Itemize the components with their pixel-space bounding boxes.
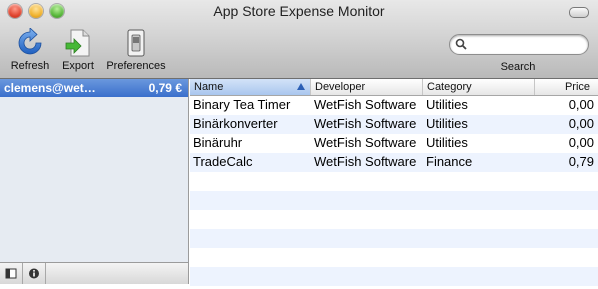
toolbar: App Store Expense Monitor Refresh Export — [0, 0, 598, 79]
refresh-button[interactable]: Refresh — [7, 28, 53, 72]
cell-developer: WetFish Software — [314, 154, 417, 169]
cell-developer: WetFish Software — [314, 97, 417, 112]
info-button[interactable] — [23, 263, 46, 284]
empty-row — [190, 267, 598, 286]
search-input[interactable] — [470, 36, 584, 54]
cell-price: 0,00 — [568, 116, 594, 131]
toolbar-toggle-button[interactable] — [569, 7, 589, 18]
empty-row — [190, 210, 598, 229]
cell-developer: WetFish Software — [314, 135, 417, 150]
cell-price: 0,00 — [568, 135, 594, 150]
empty-row — [190, 191, 598, 210]
cell-name: Binary Tea Timer — [193, 97, 291, 112]
window-title: App Store Expense Monitor — [213, 3, 385, 19]
toggle-sidebar-button[interactable] — [0, 263, 23, 284]
export-label: Export — [62, 60, 94, 72]
sidebar-footer — [0, 262, 188, 284]
cell-name: TradeCalc — [193, 154, 253, 169]
search-icon — [455, 38, 467, 50]
preferences-label: Preferences — [106, 60, 166, 72]
table-row[interactable]: Binary Tea Timer WetFish Software Utilit… — [190, 96, 598, 115]
cell-category: Utilities — [426, 135, 468, 150]
refresh-label: Refresh — [10, 60, 50, 72]
table-row[interactable]: Binärkonverter WetFish Software Utilitie… — [190, 115, 598, 134]
column-header-developer[interactable]: Developer — [311, 79, 423, 95]
preferences-button[interactable]: Preferences — [103, 28, 169, 72]
column-header-name-label: Name — [194, 81, 224, 93]
sidebar-toggle-icon — [5, 268, 17, 279]
switch-icon — [127, 29, 145, 57]
refresh-icon — [18, 28, 42, 55]
cell-price: 0,00 — [568, 97, 594, 112]
column-header-name[interactable]: Name — [190, 79, 311, 95]
search-label: Search — [500, 61, 536, 73]
purchases-table: Name Developer Category Price Binary Tea… — [190, 79, 598, 286]
export-icon — [65, 29, 90, 57]
cell-price: 0,79 — [568, 154, 594, 169]
table-body: Binary Tea Timer WetFish Software Utilit… — [190, 96, 598, 286]
sidebar-item-account[interactable]: clemens@wet… 0,79 € — [0, 79, 188, 97]
cell-name: Binäruhr — [193, 135, 243, 150]
cell-category: Finance — [426, 154, 473, 169]
sort-ascending-icon — [297, 83, 305, 90]
cell-category: Utilities — [426, 97, 468, 112]
table-header: Name Developer Category Price — [190, 79, 598, 96]
empty-row — [190, 172, 598, 191]
account-name: clemens@wet… — [4, 81, 96, 95]
app-window: App Store Expense Monitor Refresh Export — [0, 0, 598, 286]
table-row[interactable]: Binäruhr WetFish Software Utilities 0,00 — [190, 134, 598, 153]
cell-category: Utilities — [426, 116, 468, 131]
account-total: 0,79 € — [148, 81, 182, 95]
sidebar-footer-spacer — [46, 263, 187, 284]
column-header-price[interactable]: Price — [535, 79, 598, 95]
cell-name: Binärkonverter — [193, 116, 278, 131]
export-button[interactable]: Export — [58, 28, 98, 72]
column-header-category[interactable]: Category — [423, 79, 535, 95]
table-row[interactable]: TradeCalc WetFish Software Finance 0,79 — [190, 153, 598, 172]
info-icon — [29, 268, 39, 279]
empty-row — [190, 229, 598, 248]
empty-row — [190, 248, 598, 267]
cell-developer: WetFish Software — [314, 116, 417, 131]
search-field[interactable] — [449, 34, 589, 55]
sidebar: clemens@wet… 0,79 € — [0, 79, 189, 284]
